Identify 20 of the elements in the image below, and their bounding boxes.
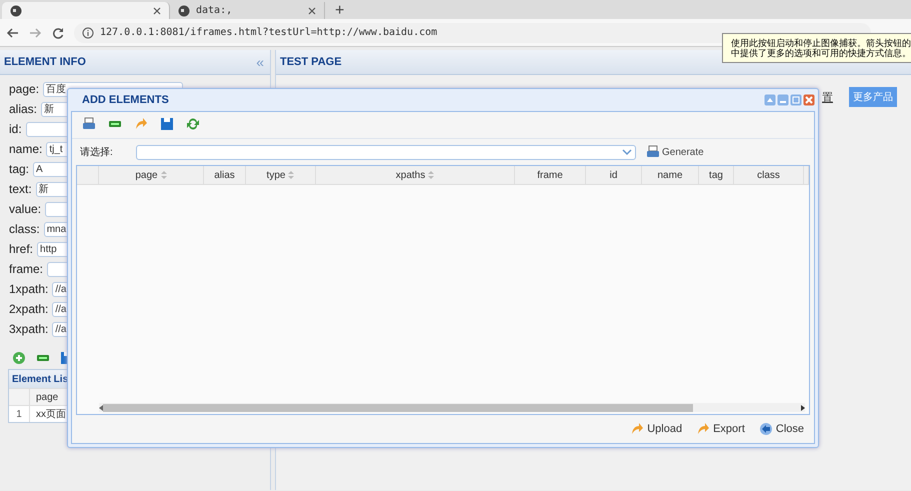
row-number: 1 — [9, 406, 30, 422]
field-label: id: — [9, 122, 22, 136]
tooltip-text: 中提供了更多的选项和可用的快捷方式信息。 — [731, 48, 911, 58]
panel-title: TEST PAGE — [280, 56, 342, 68]
field-label: value: — [9, 202, 42, 216]
field-label: 3xpath: — [9, 322, 48, 336]
field-label: frame: — [9, 262, 44, 276]
field-label: page: — [9, 82, 40, 96]
field-label: href: — [9, 242, 34, 256]
field-label: class: — [9, 222, 40, 236]
field-label: 1xpath: — [9, 282, 48, 296]
field-label: text: — [9, 182, 32, 196]
field-label: alias: — [9, 102, 38, 116]
field-label: 2xpath: — [9, 302, 48, 316]
panel-title: ELEMENT INFO — [4, 56, 86, 68]
field-label: tag: — [9, 162, 30, 176]
field-label: 请选择: — [80, 146, 114, 159]
field-label: name: — [9, 142, 42, 156]
table-cell-text: xx页面 — [35, 408, 66, 422]
dialog-title: ADD ELEMENTS — [82, 94, 169, 106]
